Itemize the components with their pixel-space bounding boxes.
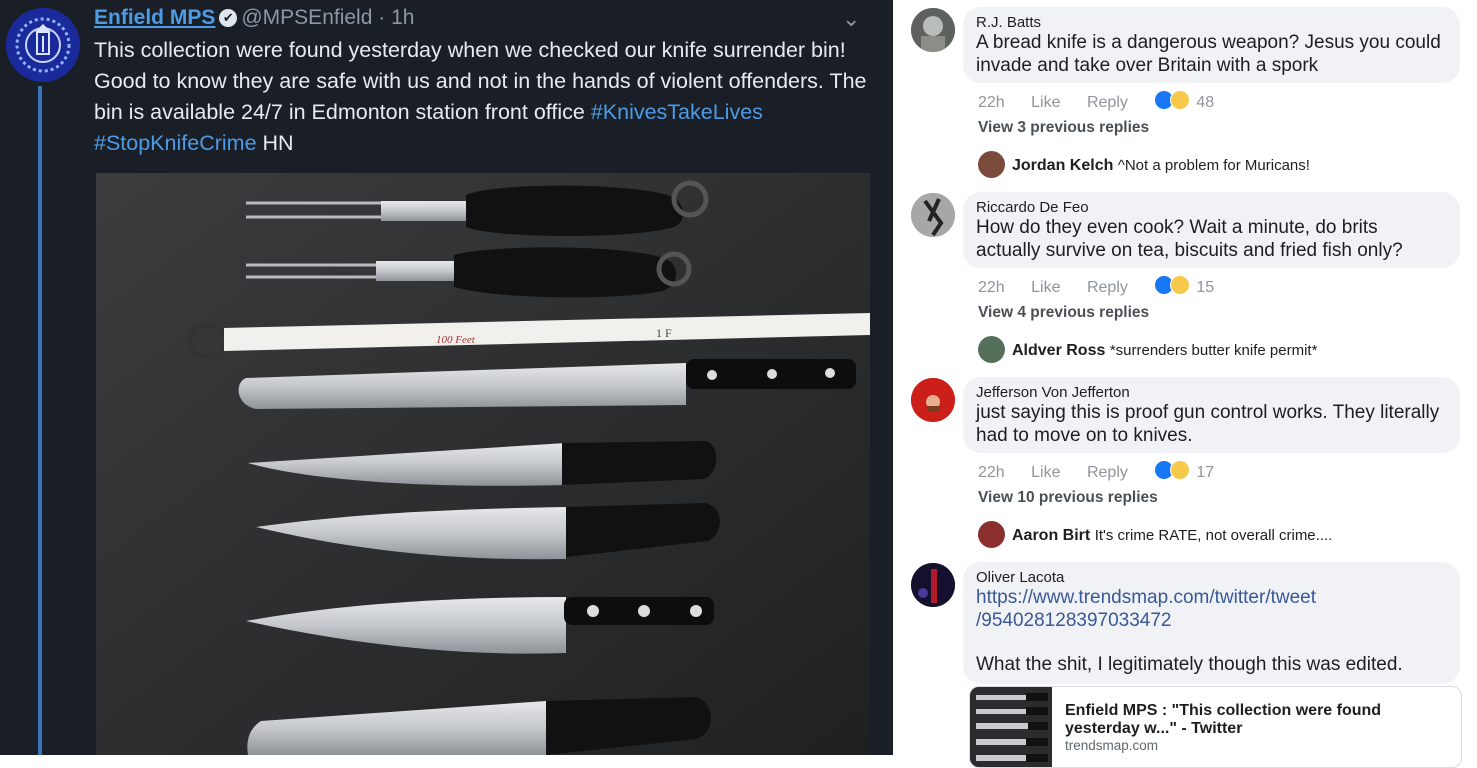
haha-reaction-icon — [1170, 90, 1191, 110]
comment-text: How do they even cook? Wait a minute, do… — [976, 217, 1403, 261]
comment-bubble: R.J. Batts A bread knife is a dangerous … — [963, 7, 1460, 83]
reaction-count[interactable]: 15 — [1196, 279, 1214, 296]
reply-text: *surrenders butter knife permit* — [1109, 342, 1318, 359]
haha-reaction-icon — [1170, 460, 1191, 480]
view-previous-replies[interactable]: View 10 previous replies — [978, 489, 1158, 507]
tweet-header: Enfield MPS ✔ @MPSEnfield · 1h — [94, 6, 414, 30]
commenter-name[interactable]: Oliver Lacota — [976, 569, 1447, 587]
comment-bubble: Jefferson Von Jefferton just saying this… — [963, 377, 1460, 453]
comment-text: What the shit, I legitimately though thi… — [976, 654, 1403, 675]
reply-item: Jordan Kelch ^Not a problem for Muricans… — [978, 151, 1310, 178]
tweet-signoff: HN — [256, 131, 294, 155]
jefferson-avatar-image — [911, 378, 955, 422]
reply-button[interactable]: Reply — [1087, 94, 1128, 111]
reply-avatar[interactable] — [978, 151, 1005, 178]
avatar[interactable] — [911, 193, 955, 237]
view-previous-replies[interactable]: View 4 previous replies — [978, 304, 1149, 322]
reply-item: Aaron Birt It's crime RATE, not overall … — [978, 521, 1332, 548]
tweet-photo[interactable]: 100 Feet 1 F — [96, 173, 870, 755]
police-crest-icon — [6, 8, 80, 82]
comment-link[interactable]: https://www.trendsmap.com/twitter/tweet /… — [976, 587, 1447, 632]
rj-batts-avatar-image — [911, 8, 955, 52]
tweet-time[interactable]: · 1h — [378, 6, 414, 29]
knives-thumbnail-image — [970, 687, 1052, 767]
reply-avatar[interactable] — [978, 521, 1005, 548]
reply-author[interactable]: Aldver Ross — [1012, 342, 1105, 359]
like-button[interactable]: Like — [1031, 94, 1060, 111]
comments-panel: R.J. Batts A bread knife is a dangerous … — [893, 0, 1477, 768]
knives-photo-image: 100 Feet 1 F — [96, 173, 870, 755]
avatar[interactable] — [911, 378, 955, 422]
link-line-2[interactable]: /954028128397033472 — [976, 610, 1171, 631]
comment-actions: 22h Like Reply 15 — [978, 275, 1214, 297]
comment-text: A bread knife is a dangerous weapon? Jes… — [976, 32, 1441, 76]
reaction-count[interactable]: 17 — [1196, 464, 1214, 481]
comment-actions: 22h Like Reply 17 — [978, 460, 1214, 482]
link-line-1[interactable]: https://www.trendsmap.com/twitter/tweet — [976, 587, 1316, 608]
tweet-panel: Enfield MPS ✔ @MPSEnfield · 1h ⌄ This coll… — [0, 0, 893, 755]
comment-text: just saying this is proof gun control wo… — [976, 402, 1440, 446]
reply-avatar[interactable] — [978, 336, 1005, 363]
link-preview-thumbnail — [970, 687, 1052, 767]
avatar[interactable] — [911, 8, 955, 52]
oliver-avatar-image — [911, 563, 955, 607]
reply-author[interactable]: Aaron Birt — [1012, 527, 1090, 544]
commenter-name[interactable]: Jefferson Von Jefferton — [976, 384, 1447, 402]
reply-button[interactable]: Reply — [1087, 279, 1128, 296]
reply-text: It's crime RATE, not overall crime.... — [1094, 527, 1333, 544]
commenter-name[interactable]: R.J. Batts — [976, 14, 1447, 32]
haha-reaction-icon — [1170, 275, 1191, 295]
reply-item: Aldver Ross *surrenders butter knife per… — [978, 336, 1317, 363]
comment-time[interactable]: 22h — [978, 94, 1005, 111]
link-preview-domain: trendsmap.com — [1065, 738, 1159, 753]
view-previous-replies[interactable]: View 3 previous replies — [978, 119, 1149, 137]
comment-bubble: Riccardo De Feo How do they even cook? W… — [963, 192, 1460, 268]
verified-badge-icon: ✔ — [219, 9, 238, 27]
thread-line — [38, 86, 42, 755]
hashtag-stopknifecrime[interactable]: #StopKnifeCrime — [94, 131, 257, 155]
reply-author[interactable]: Jordan Kelch — [1012, 157, 1113, 174]
enfield-mps-avatar[interactable] — [6, 8, 80, 82]
reaction-count[interactable]: 48 — [1196, 94, 1214, 111]
comment-actions: 22h Like Reply 48 — [978, 90, 1214, 112]
link-preview-title[interactable]: Enfield MPS : "This collection were foun… — [1065, 702, 1450, 738]
riccardo-avatar-image — [911, 193, 955, 237]
svg-text:1 F: 1 F — [656, 326, 672, 340]
like-button[interactable]: Like — [1031, 279, 1060, 296]
avatar[interactable] — [911, 563, 955, 607]
comment-time[interactable]: 22h — [978, 464, 1005, 481]
tweet-handle[interactable]: @MPSEnfield — [241, 6, 372, 29]
reply-button[interactable]: Reply — [1087, 464, 1128, 481]
link-preview-card[interactable]: Enfield MPS : "This collection were foun… — [969, 686, 1462, 768]
tweet-text: This collection were found yesterday whe… — [94, 35, 884, 159]
tweet-author-name[interactable]: Enfield MPS — [94, 6, 215, 29]
comment-time[interactable]: 22h — [978, 279, 1005, 296]
hashtag-knivestakelives[interactable]: #KnivesTakeLives — [591, 100, 763, 124]
comment-bubble: Oliver Lacota https://www.trendsmap.com/… — [963, 562, 1460, 684]
reply-text: ^Not a problem for Muricans! — [1117, 157, 1310, 174]
svg-text:100 Feet: 100 Feet — [436, 334, 476, 346]
commenter-name[interactable]: Riccardo De Feo — [976, 199, 1447, 217]
like-button[interactable]: Like — [1031, 464, 1060, 481]
chevron-down-icon[interactable]: ⌄ — [842, 6, 860, 32]
